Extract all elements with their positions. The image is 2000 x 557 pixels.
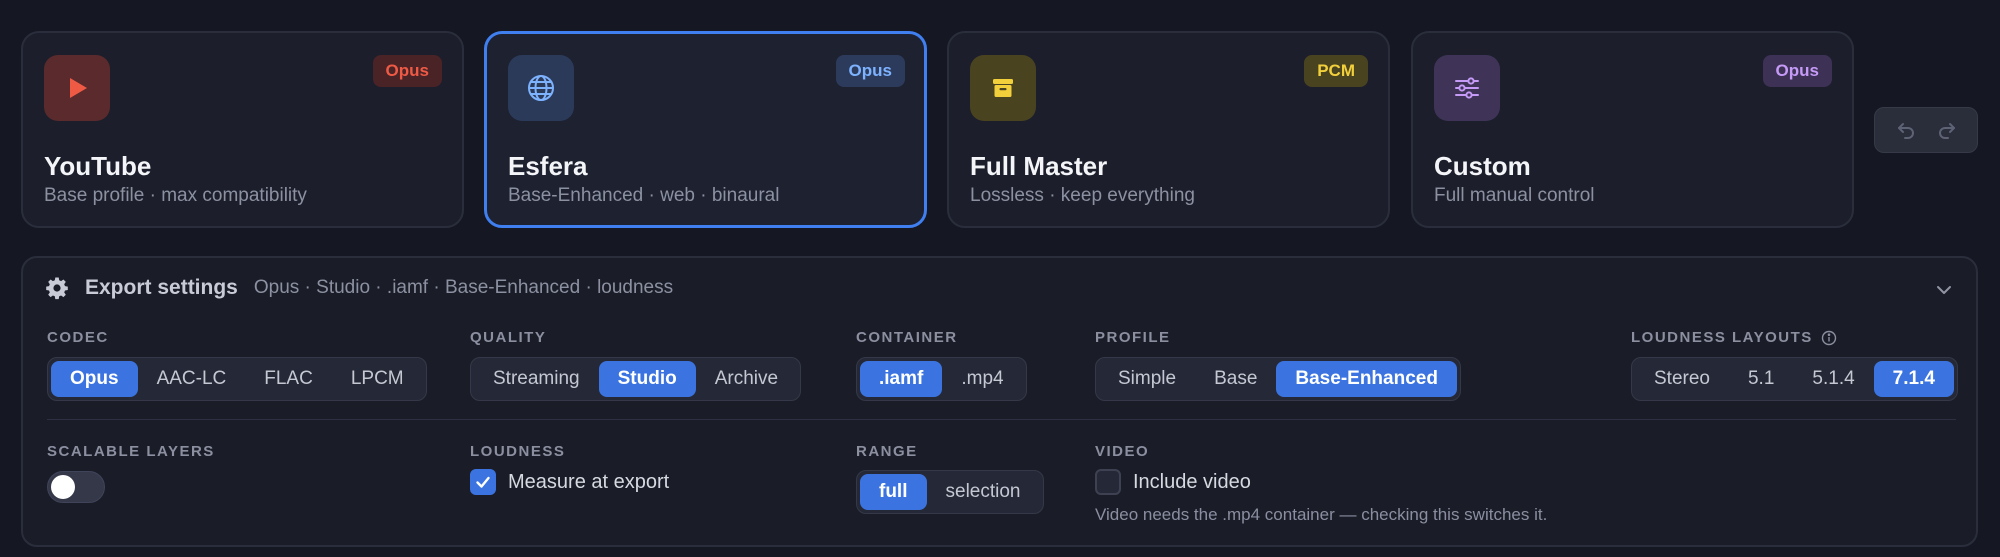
layout-option-7-1-4[interactable]: 7.1.4 [1873,361,1954,397]
play-icon [44,55,110,121]
layout-option-5-1-4[interactable]: 5.1.4 [1793,361,1873,397]
quality-option-archive[interactable]: Archive [696,361,797,397]
profile-option-base[interactable]: Base [1195,361,1276,397]
preset-subtitle: Lossless · keep everything [970,185,1195,206]
scalable-layers-toggle[interactable] [47,471,105,503]
codec-option-aac-lc[interactable]: AAC-LC [138,361,246,397]
chevron-down-icon[interactable] [1934,280,1954,300]
undo-redo-group [1874,107,1978,153]
preset-card-custom[interactable]: Opus Custom Full manual control [1411,31,1854,228]
checkmark-icon [476,476,490,488]
export-settings-summary: Opus · Studio · .iamf · Base-Enhanced · … [253,277,674,298]
toggle-knob [51,475,75,499]
quality-label: QUALITY [470,329,547,346]
undo-icon[interactable] [1892,116,1920,144]
preset-title: Full Master [970,151,1108,181]
container-option-iamf[interactable]: .iamf [860,361,943,397]
quality-option-studio[interactable]: Studio [598,361,696,397]
container-option-mp4[interactable]: .mp4 [942,361,1022,397]
preset-title: Esfera [508,151,588,181]
codec-option-flac[interactable]: FLAC [245,361,332,397]
scalable-layers-label: SCALABLE LAYERS [47,443,215,460]
container-label: CONTAINER [856,329,958,346]
sliders-icon [1434,55,1500,121]
preset-title: YouTube [44,151,152,181]
container-segmented: .iamf .mp4 [856,357,1027,401]
profile-option-base-enhanced[interactable]: Base-Enhanced [1276,361,1457,397]
range-segmented: full selection [856,470,1044,514]
preset-title: Custom [1434,151,1531,181]
codec-segmented: Opus AAC-LC FLAC LPCM [47,357,427,401]
include-video-label[interactable]: Include video [1133,471,1251,494]
preset-card-youtube[interactable]: Opus YouTube Base profile · max compatib… [21,31,464,228]
loudness-layouts-label: LOUDNESS LAYOUTS [1631,329,1837,346]
codec-option-lpcm[interactable]: LPCM [332,361,423,397]
quality-segmented: Streaming Studio Archive [470,357,802,401]
info-icon[interactable] [1821,330,1837,346]
codec-badge: Opus [1762,55,1832,87]
layout-option-stereo[interactable]: Stereo [1635,361,1729,397]
divider [47,419,1956,420]
codec-label: CODEC [47,329,109,346]
loudness-label: LOUDNESS [470,443,566,460]
measure-at-export-label[interactable]: Measure at export [508,471,669,494]
globe-icon [508,55,574,121]
range-label: RANGE [856,443,918,460]
preset-card-full-master[interactable]: PCM Full Master Lossless · keep everythi… [947,31,1390,228]
gear-icon [46,277,68,300]
codec-badge: Opus [835,55,905,87]
export-settings-title: Export settings [85,276,238,299]
preset-card-esfera[interactable]: Opus Esfera Base-Enhanced · web · binaur… [484,31,927,228]
preset-subtitle: Full manual control [1434,185,1595,206]
measure-at-export-checkbox[interactable] [470,469,496,495]
video-label: VIDEO [1095,443,1150,460]
loudness-layouts-segmented: Stereo 5.1 5.1.4 7.1.4 [1631,357,1958,401]
range-option-full[interactable]: full [860,474,927,510]
export-settings-panel: Export settings Opus · Studio · .iamf · … [21,256,1978,547]
profile-option-simple[interactable]: Simple [1099,361,1195,397]
export-settings-header[interactable]: Export settings Opus · Studio · .iamf · … [45,276,673,300]
include-video-checkbox[interactable] [1095,469,1121,495]
codec-option-opus[interactable]: Opus [51,361,138,397]
archive-box-icon [970,55,1036,121]
profile-label: PROFILE [1095,329,1171,346]
codec-badge: Opus [372,55,442,87]
layout-option-5-1[interactable]: 5.1 [1729,361,1793,397]
preset-subtitle: Base profile · max compatibility [44,185,307,206]
codec-badge: PCM [1304,55,1368,87]
preset-subtitle: Base-Enhanced · web · binaural [508,185,780,206]
redo-icon[interactable] [1933,116,1961,144]
quality-option-streaming[interactable]: Streaming [474,361,599,397]
range-option-selection[interactable]: selection [927,474,1040,510]
profile-segmented: Simple Base Base-Enhanced [1095,357,1461,401]
video-container-note: Video needs the .mp4 container — checkin… [1095,505,1548,524]
